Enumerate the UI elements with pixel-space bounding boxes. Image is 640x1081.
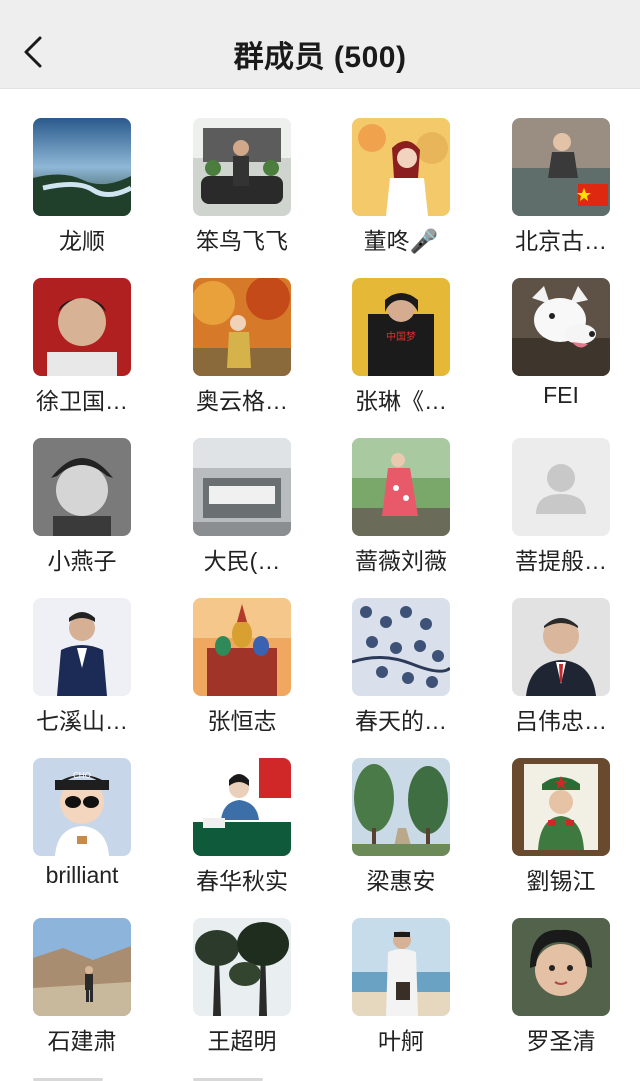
- member-item[interactable]: 菩提般…: [491, 438, 631, 588]
- member-name: 石建肃: [47, 1028, 117, 1054]
- member-name: 大民(…: [203, 548, 281, 574]
- svg-text:中国梦: 中国梦: [386, 330, 416, 343]
- member-item[interactable]: 春天的…: [331, 598, 471, 748]
- member-avatar: [33, 918, 131, 1016]
- member-avatar: 中国梦: [352, 278, 450, 376]
- member-name: 小燕子: [47, 548, 117, 574]
- member-item[interactable]: 七溪山…: [12, 598, 152, 748]
- member-item[interactable]: 蔷薇刘薇: [331, 438, 471, 588]
- member-item[interactable]: 大民(…: [172, 438, 312, 588]
- member-item[interactable]: 奥云格…: [172, 278, 312, 428]
- member-name: 罗圣清: [526, 1028, 596, 1054]
- next-row-partial: [0, 1072, 640, 1081]
- member-avatar: [512, 918, 610, 1016]
- member-avatar: [512, 598, 610, 696]
- member-item[interactable]: 徐卫国…: [12, 278, 152, 428]
- member-item[interactable]: 劉锡江: [491, 758, 631, 908]
- member-name: 奥云格…: [196, 388, 288, 414]
- member-name: brilliant: [45, 862, 119, 888]
- member-avatar: [33, 598, 131, 696]
- member-name: 董咚🎤: [363, 228, 439, 254]
- default-avatar-icon: [512, 438, 610, 536]
- member-avatar: [352, 118, 450, 216]
- member-avatar: [33, 278, 131, 376]
- member-item[interactable]: 吕伟忠…: [491, 598, 631, 748]
- member-avatar: [193, 278, 291, 376]
- member-avatar: [193, 598, 291, 696]
- member-name: FEI: [543, 382, 579, 408]
- member-name: 龙顺: [59, 228, 105, 254]
- member-name: 吕伟忠…: [515, 708, 607, 734]
- member-item[interactable]: 石建肃: [12, 918, 152, 1068]
- member-name: 劉锡江: [526, 868, 596, 894]
- member-avatar: [512, 278, 610, 376]
- member-avatar: CHO: [33, 758, 131, 856]
- page-title: 群成员 (500): [233, 41, 407, 74]
- member-item[interactable]: FEI: [491, 278, 631, 428]
- member-avatar: [193, 118, 291, 216]
- member-name: 蔷薇刘薇: [355, 548, 447, 574]
- member-item[interactable]: 王超明: [172, 918, 312, 1068]
- member-name: 徐卫国…: [36, 388, 128, 414]
- member-item[interactable]: 中国梦张琳《…: [331, 278, 471, 428]
- member-item[interactable]: 春华秋实: [172, 758, 312, 908]
- member-avatar: [193, 918, 291, 1016]
- member-item[interactable]: 张恒志: [172, 598, 312, 748]
- member-item[interactable]: 笨鸟飞飞: [172, 118, 312, 268]
- member-name: 梁惠安: [366, 868, 436, 894]
- member-name: 七溪山…: [36, 708, 128, 734]
- member-name: 王超明: [207, 1028, 277, 1054]
- member-avatar: [33, 438, 131, 536]
- member-item[interactable]: 龙顺: [12, 118, 152, 268]
- member-name: 张琳《…: [355, 388, 447, 414]
- member-item[interactable]: 梁惠安: [331, 758, 471, 908]
- member-name: 张恒志: [207, 708, 277, 734]
- member-avatar: [352, 918, 450, 1016]
- member-avatar: [33, 118, 131, 216]
- member-name: 北京古…: [515, 228, 607, 254]
- member-item[interactable]: 北京古…: [491, 118, 631, 268]
- member-name: 菩提般…: [515, 548, 607, 574]
- member-avatar: [193, 438, 291, 536]
- member-name: 叶舸: [378, 1028, 424, 1054]
- member-avatar: [512, 758, 610, 856]
- member-item[interactable]: 罗圣清: [491, 918, 631, 1068]
- member-item[interactable]: CHO brilliant: [12, 758, 152, 908]
- member-avatar: [193, 758, 291, 856]
- member-item[interactable]: 董咚🎤: [331, 118, 471, 268]
- member-avatar: [352, 438, 450, 536]
- member-name: 笨鸟飞飞: [196, 228, 288, 254]
- member-name: 春天的…: [355, 708, 447, 734]
- member-item[interactable]: 叶舸: [331, 918, 471, 1068]
- svg-text:CHO: CHO: [73, 771, 91, 780]
- member-item[interactable]: 小燕子: [12, 438, 152, 588]
- member-avatar: [352, 758, 450, 856]
- member-avatar: [352, 598, 450, 696]
- top-navigation-bar: 群成员 (500): [0, 0, 640, 89]
- member-name: 春华秋实: [196, 868, 288, 894]
- member-avatar: [512, 118, 610, 216]
